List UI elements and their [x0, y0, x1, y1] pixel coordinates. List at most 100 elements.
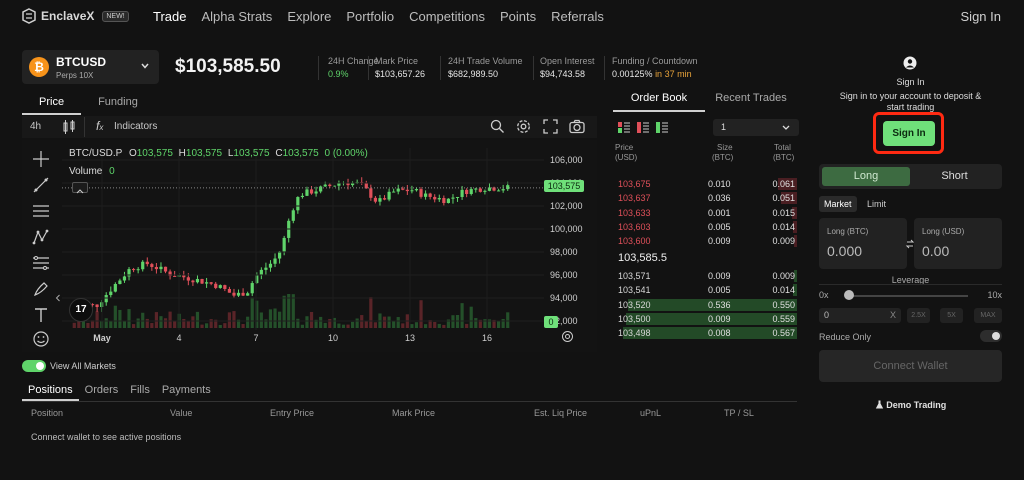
tab-funding[interactable]: Funding — [81, 95, 155, 115]
indicators-button[interactable]: Indicators — [114, 121, 157, 132]
volume-bar — [369, 297, 373, 328]
reduce-only-toggle[interactable] — [980, 330, 1002, 342]
candle-down — [382, 198, 387, 200]
nav-competitions[interactable]: Competitions — [409, 9, 485, 24]
market-selector[interactable]: ₿ BTCUSD Perps 10X — [22, 50, 159, 84]
leverage-slider-knob[interactable] — [844, 290, 854, 300]
tab-orders[interactable]: Orders — [79, 384, 125, 401]
ohlc-high-label: H — [178, 148, 186, 159]
bid-row[interactable]: 103,520 0.536 0.550 — [613, 298, 797, 311]
reduce-only-label: Reduce Only — [819, 332, 872, 342]
leverage-preset-2-5x[interactable]: 2.5X — [907, 308, 930, 323]
volume-bar — [150, 323, 154, 328]
candle-down — [232, 292, 236, 296]
candle-up — [282, 237, 286, 252]
leverage-input[interactable]: 0 X — [819, 308, 901, 323]
view-all-markets-toggle[interactable] — [22, 360, 46, 372]
bid-row[interactable]: 103,500 0.009 0.559 — [613, 312, 797, 325]
stat-value: $94,743.58 — [540, 69, 586, 79]
tab-price[interactable]: Price — [22, 95, 82, 115]
tab-recent-trades[interactable]: Recent Trades — [705, 92, 797, 112]
ask-row[interactable]: 103,600 0.009 0.009 — [613, 235, 797, 248]
candle-up — [337, 183, 341, 186]
divider — [84, 117, 85, 137]
bid-row[interactable]: 103,541 0.005 0.014 — [613, 284, 797, 297]
tick-size-select[interactable]: 1 — [713, 119, 799, 136]
tab-payments[interactable]: Payments — [156, 384, 217, 401]
input-label: Long (BTC) — [827, 227, 869, 236]
volume-bar — [296, 318, 300, 328]
bid-price: 103,520 — [618, 299, 651, 310]
order-type-market[interactable]: Market — [819, 196, 857, 212]
tradingview-logo[interactable]: 17 — [69, 298, 93, 322]
bid-total: 0.014 — [772, 285, 795, 296]
chart-settings-icon[interactable] — [561, 330, 574, 343]
bid-size: 0.536 — [708, 299, 731, 310]
settings-icon[interactable] — [516, 119, 531, 134]
leverage-preset-max[interactable]: MAX — [974, 308, 1002, 323]
book-both-icon[interactable] — [618, 122, 630, 133]
long-usd-input[interactable]: Long (USD) 0.00 — [914, 218, 1002, 269]
candle-up — [455, 196, 460, 198]
volume-bar — [163, 318, 168, 328]
leverage-slider-track[interactable] — [848, 295, 968, 297]
positions-empty-message: Connect wallet to see active positions — [31, 432, 182, 442]
camera-icon[interactable] — [569, 119, 585, 134]
candlestick-type-icon[interactable] — [62, 119, 76, 135]
candle-down — [369, 188, 373, 198]
candle-up — [501, 189, 505, 191]
nav-portfolio[interactable]: Portfolio — [346, 9, 394, 24]
volume-bar — [433, 321, 437, 328]
volume-bar — [241, 323, 245, 328]
volume-bar — [118, 309, 122, 328]
signin-button[interactable]: Sign In — [883, 121, 935, 146]
candle-up — [451, 197, 455, 199]
tab-fills[interactable]: Fills — [124, 384, 156, 401]
bid-size: 0.009 — [708, 271, 731, 281]
bid-row[interactable]: 103,498 0.008 0.567 — [613, 327, 797, 340]
ask-row[interactable]: 103,603 0.005 0.014 — [613, 220, 797, 233]
nav-signin-button[interactable]: Sign In — [961, 9, 1001, 24]
ask-size: 0.010 — [708, 179, 731, 189]
chevron-left-icon[interactable] — [55, 294, 61, 302]
nav-trade[interactable]: Trade — [153, 9, 186, 24]
fullscreen-icon[interactable] — [543, 119, 558, 134]
col-size-unit: (BTC) — [712, 153, 734, 162]
candle-up — [506, 185, 510, 190]
interval-selector[interactable]: 4h — [30, 121, 41, 132]
long-btc-input[interactable]: Long (BTC) 0.000 — [819, 218, 907, 269]
volume-bar — [350, 321, 355, 328]
tab-positions[interactable]: Positions — [22, 384, 79, 401]
zoom-icon[interactable] — [490, 119, 505, 134]
order-type-limit[interactable]: Limit — [867, 199, 886, 209]
book-asks-icon[interactable] — [637, 122, 649, 133]
stat-open-interest: Open Interest $94,743.58 — [540, 56, 595, 79]
leverage-preset-5x[interactable]: 5X — [940, 308, 963, 323]
long-button[interactable]: Long — [822, 167, 910, 186]
bid-size: 0.009 — [708, 313, 731, 324]
nav-alpha-strats[interactable]: Alpha Strats — [201, 9, 272, 24]
ask-row[interactable]: 103,633 0.001 0.015 — [613, 206, 797, 219]
nav-referrals[interactable]: Referrals — [551, 9, 604, 24]
ask-row[interactable]: 103,675 0.010 0.061 — [613, 178, 797, 190]
y-tick-label: 96,000 — [550, 270, 578, 280]
demo-trading-link[interactable]: Demo Trading — [819, 400, 1002, 410]
candle-down — [401, 188, 405, 190]
chevron-down-icon — [782, 125, 790, 130]
connect-wallet-button[interactable]: Connect Wallet — [819, 350, 1002, 382]
x-tick-label: 16 — [482, 333, 492, 343]
tab-order-book[interactable]: Order Book — [613, 92, 705, 112]
short-button[interactable]: Short — [910, 167, 999, 186]
candle-up — [273, 258, 277, 264]
nav-points[interactable]: Points — [500, 9, 536, 24]
collapse-legend-button[interactable] — [72, 182, 88, 194]
ask-row[interactable]: 103,637 0.036 0.051 — [613, 192, 797, 205]
price-chart[interactable]: 106,000104,000102,000100,00098,00096,000… — [22, 140, 597, 352]
book-bids-icon[interactable] — [656, 122, 668, 133]
ask-total: 0.061 — [772, 179, 795, 189]
nav-explore[interactable]: Explore — [287, 9, 331, 24]
leverage-max: 10x — [987, 290, 1002, 300]
volume-bar — [182, 318, 186, 328]
bid-row[interactable]: 103,571 0.009 0.009 — [613, 270, 797, 282]
brand-logo[interactable]: EnclaveX NEW! — [22, 8, 129, 24]
